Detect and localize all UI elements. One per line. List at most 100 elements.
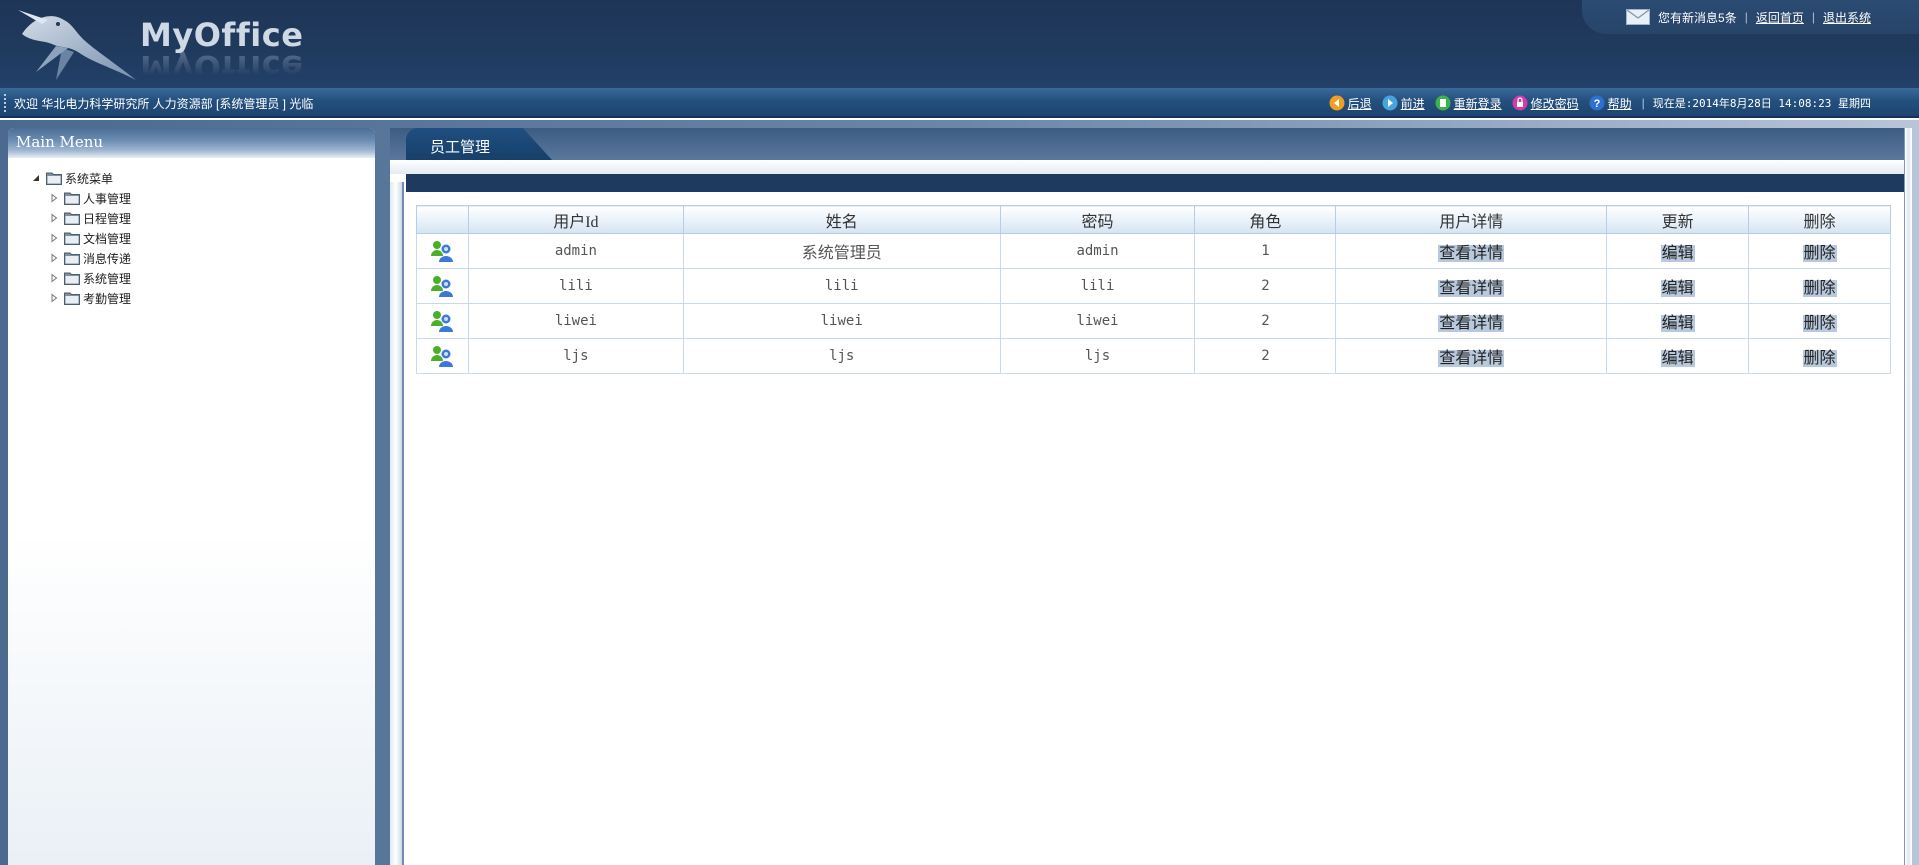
delete-link[interactable]: 删除 xyxy=(1802,315,1837,332)
user-icon-cell xyxy=(416,338,469,374)
brand-title-reflection: MyOffice xyxy=(140,50,304,84)
divider: | xyxy=(1744,10,1748,24)
user-id-cell: admin xyxy=(467,233,684,269)
back-label: 后退 xyxy=(1347,96,1372,111)
edit-cell: 编辑 xyxy=(1606,268,1750,304)
password-cell: lili xyxy=(999,268,1196,304)
help-label: 帮助 xyxy=(1607,96,1632,111)
table-row: liwei liwei liwei 2 查看详情 编辑 删除 xyxy=(416,303,1891,339)
column-header-delete: 删除 xyxy=(1748,205,1891,234)
folder-icon xyxy=(64,192,80,205)
divider: | xyxy=(1641,96,1645,110)
delete-link[interactable]: 删除 xyxy=(1802,350,1837,367)
tab-sub-strip xyxy=(390,160,1904,174)
new-message-text[interactable]: 您有新消息5条 xyxy=(1658,9,1737,26)
user-id-cell: liwei xyxy=(467,303,684,339)
tree-root-label: 系统菜单 xyxy=(65,171,114,186)
main-menu-title: Main Menu xyxy=(8,128,375,158)
role-cell: 2 xyxy=(1194,268,1337,304)
column-header-name: 姓名 xyxy=(682,205,1001,234)
role-cell: 2 xyxy=(1194,303,1337,339)
edit-link[interactable]: 编辑 xyxy=(1660,315,1695,332)
main-menu-panel: Main Menu 系统菜单 人事管理 日程管理 文档管理 消息传递 系统管理 … xyxy=(8,128,375,865)
info-bar-grip xyxy=(4,94,7,112)
info-bar: 欢迎 华北电力科学研究所 人力资源部 [系统管理员 ] 光临 后退 前进 重新登… xyxy=(0,88,1919,118)
delete-cell: 删除 xyxy=(1748,233,1891,269)
forward-label: 前进 xyxy=(1400,96,1425,111)
edit-link[interactable]: 编辑 xyxy=(1660,350,1695,367)
sidebar-item-label: 消息传递 xyxy=(83,251,132,266)
users-icon xyxy=(431,276,454,297)
edit-cell: 编辑 xyxy=(1606,233,1750,269)
logout-link[interactable]: 退出系统 xyxy=(1823,9,1871,26)
collapsed-triangle-icon[interactable] xyxy=(48,272,60,284)
change-password-label: 修改密码 xyxy=(1530,96,1579,111)
name-cell: lili xyxy=(682,268,1001,304)
back-button[interactable]: 后退 xyxy=(1329,95,1372,112)
help-button[interactable]: ? 帮助 xyxy=(1589,95,1632,112)
folder-icon xyxy=(64,212,80,225)
user-id-cell: ljs xyxy=(467,338,684,374)
delete-cell: 删除 xyxy=(1748,268,1891,304)
collapsed-triangle-icon[interactable] xyxy=(48,292,60,304)
welcome-text: 欢迎 华北电力科学研究所 人力资源部 [系统管理员 ] 光临 xyxy=(14,97,314,111)
collapsed-triangle-icon[interactable] xyxy=(48,252,60,264)
folder-icon xyxy=(64,252,80,265)
user-table: 用户Id 姓名 密码 角色 用户详情 更新 删除 admin 系统管理员 adm… xyxy=(416,205,1891,374)
view-details-link[interactable]: 查看详情 xyxy=(1438,245,1505,262)
edit-link[interactable]: 编辑 xyxy=(1660,280,1695,297)
sidebar-item-label: 日程管理 xyxy=(83,211,132,226)
sidebar-item-schedule[interactable]: 日程管理 xyxy=(30,208,131,228)
brand-title: MyOffice xyxy=(140,16,304,54)
tree-root[interactable]: 系统菜单 xyxy=(30,168,131,188)
users-icon xyxy=(431,311,454,332)
sidebar-item-system[interactable]: 系统管理 xyxy=(30,268,131,288)
sidebar-item-messages[interactable]: 消息传递 xyxy=(30,248,131,268)
top-links-bar: 您有新消息5条 | 返回首页 | 退出系统 xyxy=(1582,0,1919,34)
collapsed-triangle-icon[interactable] xyxy=(48,192,60,204)
relogin-label: 重新登录 xyxy=(1453,96,1502,111)
view-details-link[interactable]: 查看详情 xyxy=(1438,350,1505,367)
forward-button[interactable]: 前进 xyxy=(1382,95,1425,112)
sidebar-item-personnel[interactable]: 人事管理 xyxy=(30,188,131,208)
column-header-password: 密码 xyxy=(999,205,1196,234)
expanded-triangle-icon[interactable] xyxy=(30,172,42,184)
edit-link[interactable]: 编辑 xyxy=(1660,245,1695,262)
details-cell: 查看详情 xyxy=(1335,268,1608,304)
password-cell: admin xyxy=(999,233,1196,269)
user-icon-cell xyxy=(416,303,469,339)
mail-icon[interactable] xyxy=(1626,9,1651,25)
relogin-button[interactable]: 重新登录 xyxy=(1435,95,1502,112)
table-row: admin 系统管理员 admin 1 查看详情 编辑 删除 xyxy=(416,233,1891,269)
users-icon xyxy=(431,346,454,367)
sidebar-item-documents[interactable]: 文档管理 xyxy=(30,228,131,248)
folder-icon xyxy=(64,292,80,305)
delete-cell: 删除 xyxy=(1748,338,1891,374)
sidebar-item-label: 文档管理 xyxy=(83,231,132,246)
collapsed-triangle-icon[interactable] xyxy=(48,212,60,224)
table-row: lili lili lili 2 查看详情 编辑 删除 xyxy=(416,268,1891,304)
view-details-link[interactable]: 查看详情 xyxy=(1438,280,1505,297)
tab-strip xyxy=(390,128,1912,160)
collapsed-triangle-icon[interactable] xyxy=(48,232,60,244)
home-link[interactable]: 返回首页 xyxy=(1756,9,1804,26)
bird-logo-icon xyxy=(18,10,136,80)
change-password-button[interactable]: 修改密码 xyxy=(1512,95,1579,112)
user-icon-cell xyxy=(416,268,469,304)
sidebar-item-label: 考勤管理 xyxy=(83,291,132,306)
forward-icon xyxy=(1382,95,1398,111)
name-cell: liwei xyxy=(682,303,1001,339)
edit-cell: 编辑 xyxy=(1606,303,1750,339)
column-header-update: 更新 xyxy=(1606,205,1750,234)
delete-link[interactable]: 删除 xyxy=(1802,280,1837,297)
menu-tree: 系统菜单 人事管理 日程管理 文档管理 消息传递 系统管理 考勤管理 xyxy=(30,168,131,308)
name-cell: 系统管理员 xyxy=(682,233,1001,269)
users-icon xyxy=(431,241,454,262)
delete-link[interactable]: 删除 xyxy=(1802,245,1837,262)
sidebar-item-attendance[interactable]: 考勤管理 xyxy=(30,288,131,308)
column-header-icon xyxy=(416,205,469,234)
user-icon-cell xyxy=(416,233,469,269)
help-icon: ? xyxy=(1589,95,1605,111)
details-cell: 查看详情 xyxy=(1335,338,1608,374)
view-details-link[interactable]: 查看详情 xyxy=(1438,315,1505,332)
